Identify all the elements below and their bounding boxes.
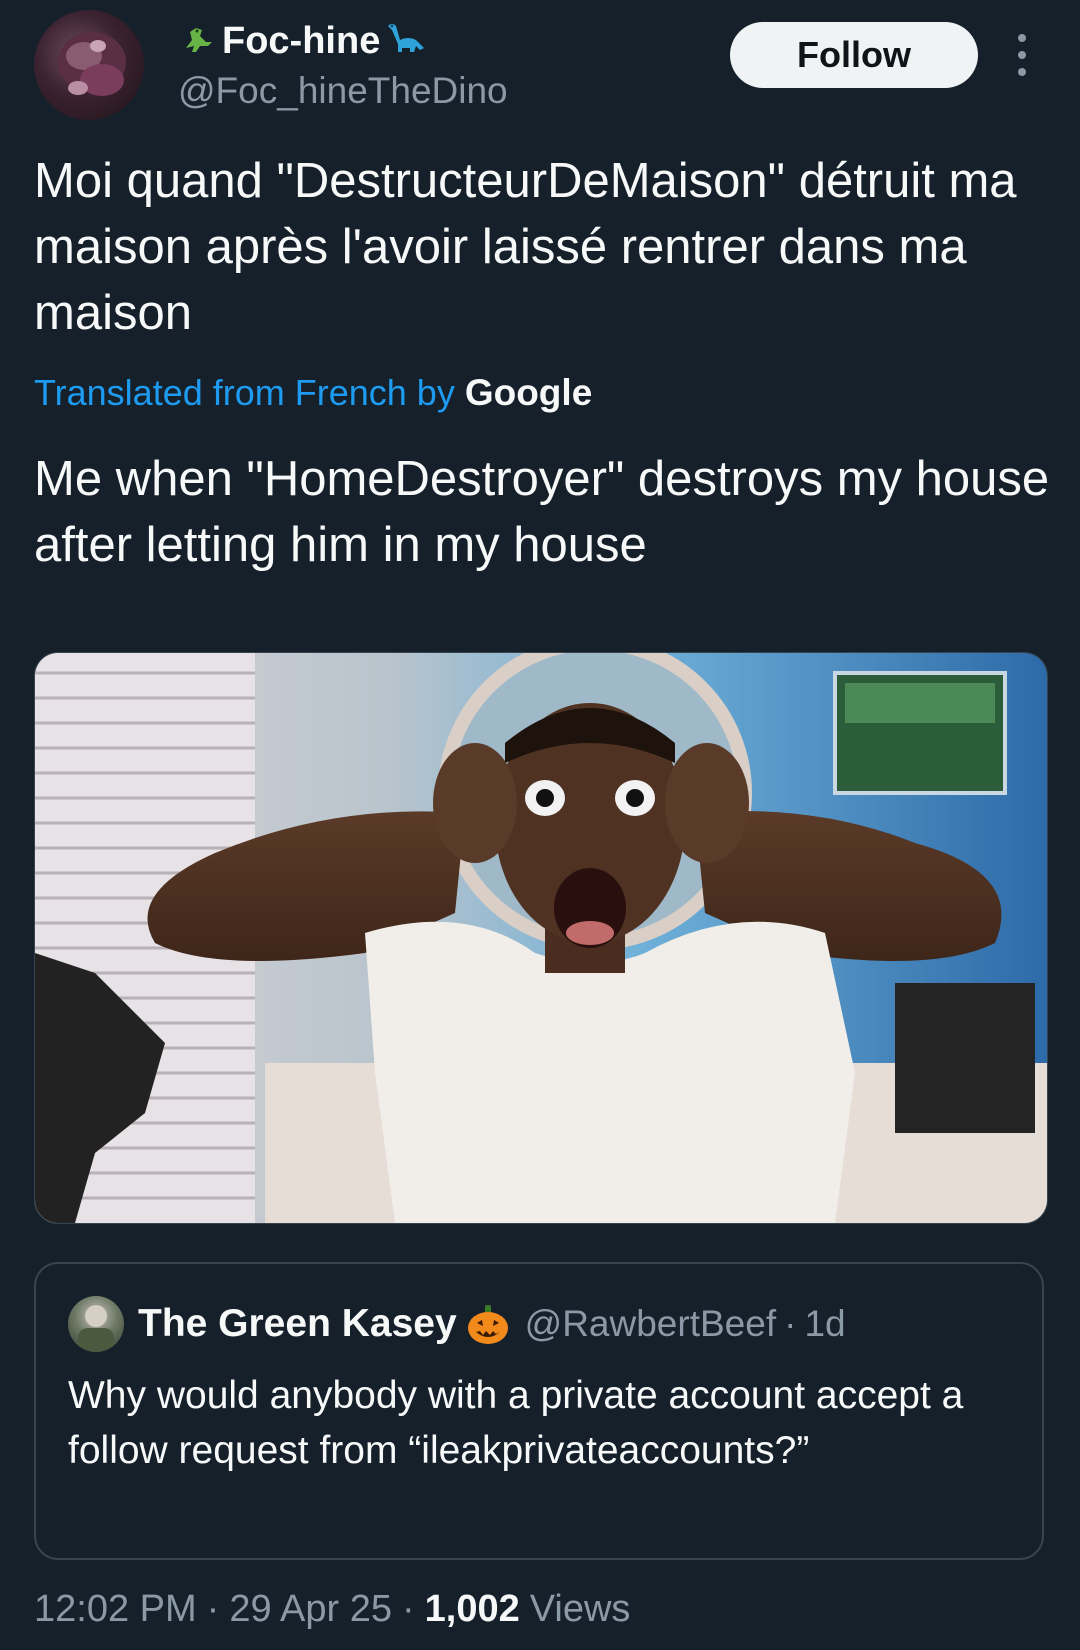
quoted-tweet[interactable]: The Green Kasey @RawbertBeef · 1d Why wo… bbox=[34, 1262, 1044, 1560]
quoted-author-avatar[interactable] bbox=[68, 1296, 124, 1352]
views-label: Views bbox=[529, 1588, 631, 1630]
quoted-tweet-text: Why would anybody with a private account… bbox=[68, 1374, 964, 1472]
quoted-author-name[interactable]: The Green Kasey bbox=[138, 1302, 457, 1346]
tweet-date[interactable]: 29 Apr 25 bbox=[229, 1588, 392, 1631]
author-avatar[interactable] bbox=[34, 10, 144, 120]
quoted-author-handle[interactable]: @RawbertBeef bbox=[525, 1303, 776, 1345]
tweet-photo[interactable] bbox=[34, 652, 1048, 1224]
dot bbox=[1018, 51, 1026, 59]
views-count[interactable]: 1,002 bbox=[425, 1588, 520, 1631]
dot bbox=[1018, 34, 1026, 42]
tweet-time[interactable]: 12:02 PM bbox=[34, 1588, 197, 1631]
tweet-meta: 12:02 PM · 29 Apr 25 · 1,002 Views bbox=[34, 1588, 630, 1631]
author-block: Foc-hine @Foc_hineTheDino bbox=[178, 14, 508, 112]
separator: · bbox=[206, 1588, 220, 1630]
follow-button[interactable]: Follow bbox=[730, 22, 978, 88]
translate-label[interactable]: Translated from French by bbox=[34, 372, 455, 414]
avatar-image bbox=[58, 32, 126, 96]
separator: · bbox=[402, 1588, 415, 1630]
quoted-tweet-header: The Green Kasey @RawbertBeef · 1d bbox=[68, 1296, 846, 1352]
separator: · bbox=[784, 1303, 797, 1344]
jack-o-lantern-icon bbox=[465, 1301, 511, 1347]
display-name-row[interactable]: Foc-hine bbox=[178, 14, 508, 68]
quoted-tweet-time[interactable]: 1d bbox=[804, 1303, 845, 1345]
tweet-text: Moi quand "DestructeurDeMaison" détruit … bbox=[34, 154, 1017, 340]
dot bbox=[1018, 68, 1026, 76]
display-name: Foc-hine bbox=[222, 19, 381, 62]
translation-attribution: Translated from French by Google bbox=[34, 372, 592, 414]
tweet-header: Foc-hine @Foc_hineTheDino Follow bbox=[0, 0, 1080, 130]
sauropod-emoji-icon bbox=[384, 18, 428, 65]
more-options-icon[interactable] bbox=[1006, 30, 1038, 80]
translated-text: Me when "HomeDestroyer" destroys my hous… bbox=[34, 452, 1050, 572]
author-handle[interactable]: @Foc_hineTheDino bbox=[178, 70, 508, 112]
google-logo: Google bbox=[464, 372, 593, 413]
t-rex-emoji-icon bbox=[178, 18, 218, 65]
photo-image bbox=[35, 653, 1047, 1223]
